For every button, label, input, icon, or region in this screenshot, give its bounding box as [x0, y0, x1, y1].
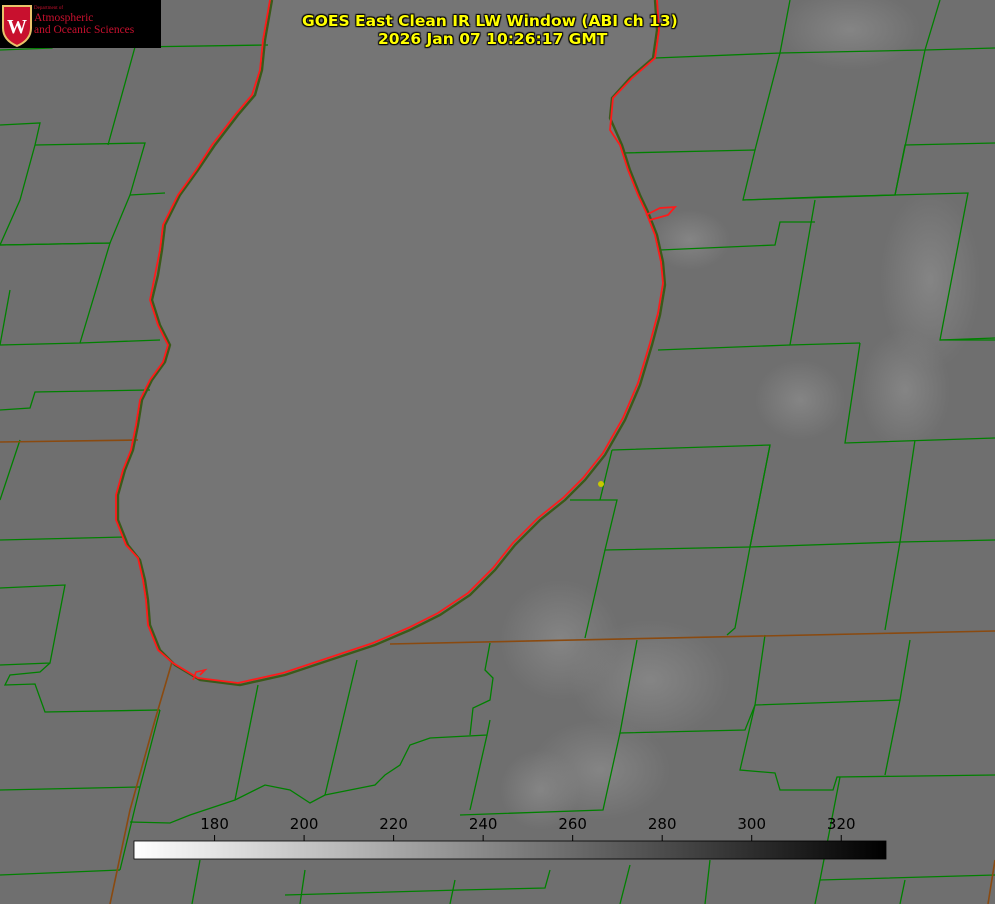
satellite-map: W Department of Atmospheric and Oceanic … — [0, 0, 995, 904]
colorbar-tick-label: 240 — [468, 815, 498, 833]
colorbar-tick-label: 320 — [826, 815, 856, 833]
colorbar-tick-label: 200 — [289, 815, 319, 833]
title-line-2: 2026 Jan 07 10:26:17 GMT — [378, 30, 608, 48]
colorbar-tick-label: 260 — [558, 815, 587, 833]
logo-line-2: and Oceanic Sciences — [34, 24, 135, 36]
colorbar-tick-label: 180 — [200, 815, 229, 833]
title-line-1: GOES East Clean IR LW Window (ABI ch 13) — [302, 12, 678, 30]
uw-crest-icon: W — [1, 5, 32, 48]
colorbar-tick-label: 220 — [379, 815, 408, 833]
logo-line-1: Atmospheric — [34, 12, 94, 24]
logo-text: Department of Atmospheric and Oceanic Sc… — [34, 6, 134, 36]
colorbar-tick-label: 280 — [647, 815, 677, 833]
svg-text:W: W — [7, 16, 27, 38]
map-canvas — [0, 0, 995, 904]
station-marker — [598, 481, 604, 487]
colorbar-tick-label: 300 — [737, 815, 767, 833]
aos-logo: W Department of Atmospheric and Oceanic … — [0, 0, 161, 48]
